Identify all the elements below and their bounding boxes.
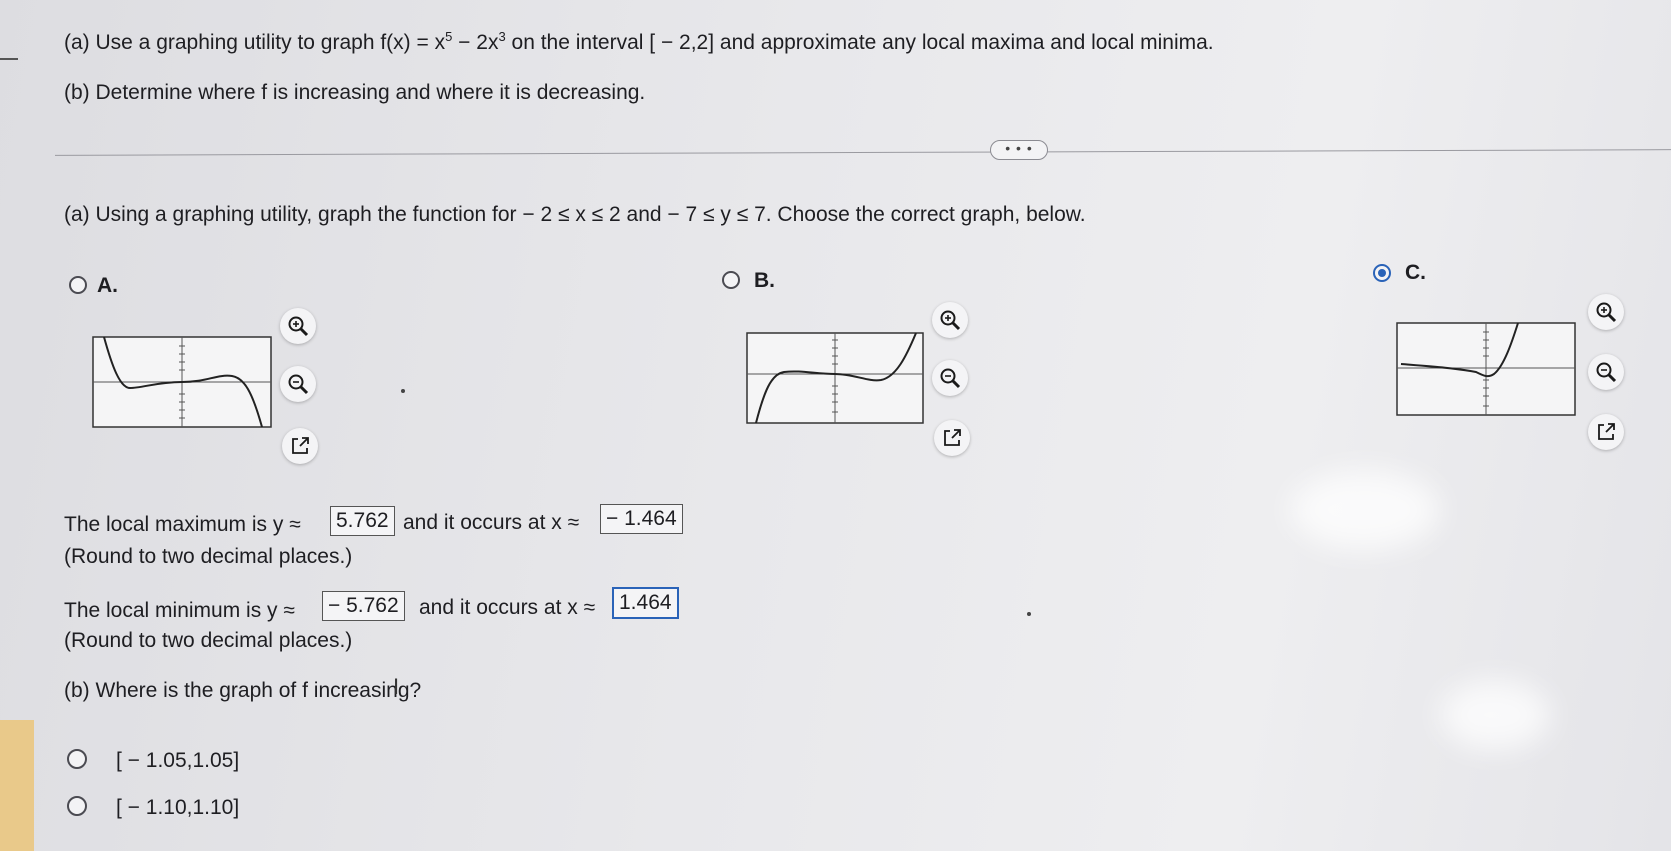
zoom-in-icon <box>288 316 309 337</box>
external-link-icon <box>944 429 961 446</box>
radio-option-b[interactable] <box>722 271 740 289</box>
increasing-choice-1: [ − 1.05,1.05] <box>116 749 240 772</box>
zoom-out-icon <box>1596 362 1617 383</box>
smudge-dot <box>401 389 405 393</box>
text-cursor-icon: I <box>393 674 400 699</box>
radio-option-a[interactable] <box>69 276 87 294</box>
increasing-choice-2: [ − 1.10,1.10] <box>116 796 240 819</box>
zoom-in-icon <box>940 310 961 331</box>
graph-option-a <box>92 336 272 428</box>
option-a-label: A. <box>97 274 118 297</box>
screen-glare <box>1440 680 1550 750</box>
left-accent-bar <box>0 720 34 851</box>
external-link-icon <box>1598 423 1615 440</box>
part-b-question: (b) Where is the graph of f increasing? <box>64 679 422 702</box>
graph-option-c <box>1396 322 1576 416</box>
smudge-dot <box>1027 612 1031 616</box>
local-min-x-answer[interactable]: 1.464 <box>612 587 679 619</box>
question-part-a: (a) Use a graphing utility to graph f(x)… <box>64 29 1214 54</box>
local-max-round-note: (Round to two decimal places.) <box>64 545 353 568</box>
local-max-y-answer[interactable]: 5.762 <box>330 506 395 536</box>
local-max-x-answer[interactable]: − 1.464 <box>600 504 683 534</box>
radio-increasing-1[interactable] <box>67 749 87 769</box>
expand-more-button[interactable]: • • • <box>990 140 1048 160</box>
zoom-out-button-a[interactable] <box>280 366 316 402</box>
zoom-in-button-c[interactable] <box>1588 294 1624 330</box>
zoom-in-icon <box>1596 302 1617 323</box>
zoom-in-button-b[interactable] <box>932 302 968 338</box>
local-max-middle: and it occurs at x ≈ <box>403 511 580 534</box>
popout-button-c[interactable] <box>1588 414 1624 450</box>
part-a-instruction: (a) Using a graphing utility, graph the … <box>64 203 1086 226</box>
radio-option-c[interactable] <box>1373 264 1391 282</box>
zoom-out-button-b[interactable] <box>932 360 968 396</box>
screen-glare <box>1290 470 1440 550</box>
radio-increasing-2[interactable] <box>67 796 87 816</box>
external-link-icon <box>292 437 309 454</box>
local-min-prefix: The local minimum is y ≈ <box>64 599 295 622</box>
zoom-out-button-c[interactable] <box>1588 354 1624 390</box>
edge-mark <box>0 58 18 60</box>
local-min-y-answer[interactable]: − 5.762 <box>322 591 405 621</box>
popout-button-a[interactable] <box>282 428 318 464</box>
local-max-prefix: The local maximum is y ≈ <box>64 513 301 536</box>
option-b-label: B. <box>754 269 775 292</box>
graph-option-b <box>746 332 924 424</box>
local-min-round-note: (Round to two decimal places.) <box>64 629 353 652</box>
local-min-middle: and it occurs at x ≈ <box>419 596 596 619</box>
zoom-in-button-a[interactable] <box>280 308 316 344</box>
question-part-b: (b) Determine where f is increasing and … <box>64 81 646 104</box>
zoom-out-icon <box>940 368 961 389</box>
popout-button-b[interactable] <box>934 420 970 456</box>
option-c-label: C. <box>1405 261 1426 284</box>
zoom-out-icon <box>288 374 309 395</box>
